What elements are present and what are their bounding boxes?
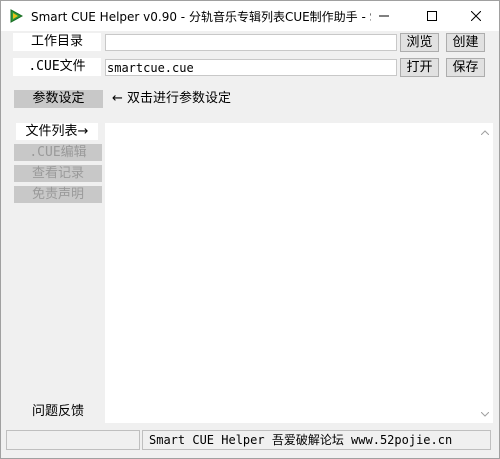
feedback-link[interactable]: 问题反馈 bbox=[14, 403, 102, 421]
vertical-scrollbar[interactable] bbox=[476, 123, 493, 423]
scroll-up-button[interactable] bbox=[476, 125, 493, 139]
close-button[interactable] bbox=[453, 1, 499, 31]
create-button[interactable]: 创建 bbox=[446, 33, 485, 52]
sidebar-item-disclaimer[interactable]: 免责声明 bbox=[14, 186, 102, 203]
chevron-down-icon bbox=[480, 411, 489, 417]
status-right-panel: Smart CUE Helper 吾爱破解论坛 www.52pojie.cn bbox=[142, 430, 491, 450]
minimize-button[interactable] bbox=[361, 1, 407, 31]
sidebar-item-view-log[interactable]: 查看记录 bbox=[14, 165, 102, 182]
window-title: Smart CUE Helper v0.90 - 分轨音乐专辑列表CUE制作助手… bbox=[31, 10, 371, 24]
title-bar[interactable]: Smart CUE Helper v0.90 - 分轨音乐专辑列表CUE制作助手… bbox=[1, 1, 499, 31]
chevron-up-icon bbox=[480, 129, 489, 135]
play-icon bbox=[10, 9, 23, 23]
param-hint: ← 双击进行参数设定 bbox=[112, 91, 232, 106]
cue-file-label: .CUE文件 bbox=[13, 58, 101, 76]
cue-file-field[interactable]: smartcue.cue bbox=[105, 59, 397, 76]
open-button[interactable]: 打开 bbox=[400, 58, 439, 77]
file-list-area[interactable] bbox=[105, 123, 493, 423]
sidebar-item-cue-edit[interactable]: .CUE编辑 bbox=[14, 144, 102, 161]
minimize-icon bbox=[379, 15, 389, 17]
close-icon bbox=[471, 11, 481, 21]
maximize-icon bbox=[427, 11, 437, 21]
scroll-down-button[interactable] bbox=[476, 407, 493, 421]
status-bar: Smart CUE Helper 吾爱破解论坛 www.52pojie.cn bbox=[6, 430, 491, 452]
file-list-header[interactable]: 文件列表→ bbox=[16, 123, 98, 140]
status-left-panel bbox=[6, 430, 140, 450]
param-settings-button[interactable]: 参数设定 bbox=[14, 90, 103, 108]
maximize-button[interactable] bbox=[409, 1, 455, 31]
browse-button[interactable]: 浏览 bbox=[400, 33, 439, 52]
workdir-field[interactable] bbox=[105, 34, 397, 51]
workdir-label: 工作目录 bbox=[13, 33, 101, 51]
save-button[interactable]: 保存 bbox=[446, 58, 485, 77]
